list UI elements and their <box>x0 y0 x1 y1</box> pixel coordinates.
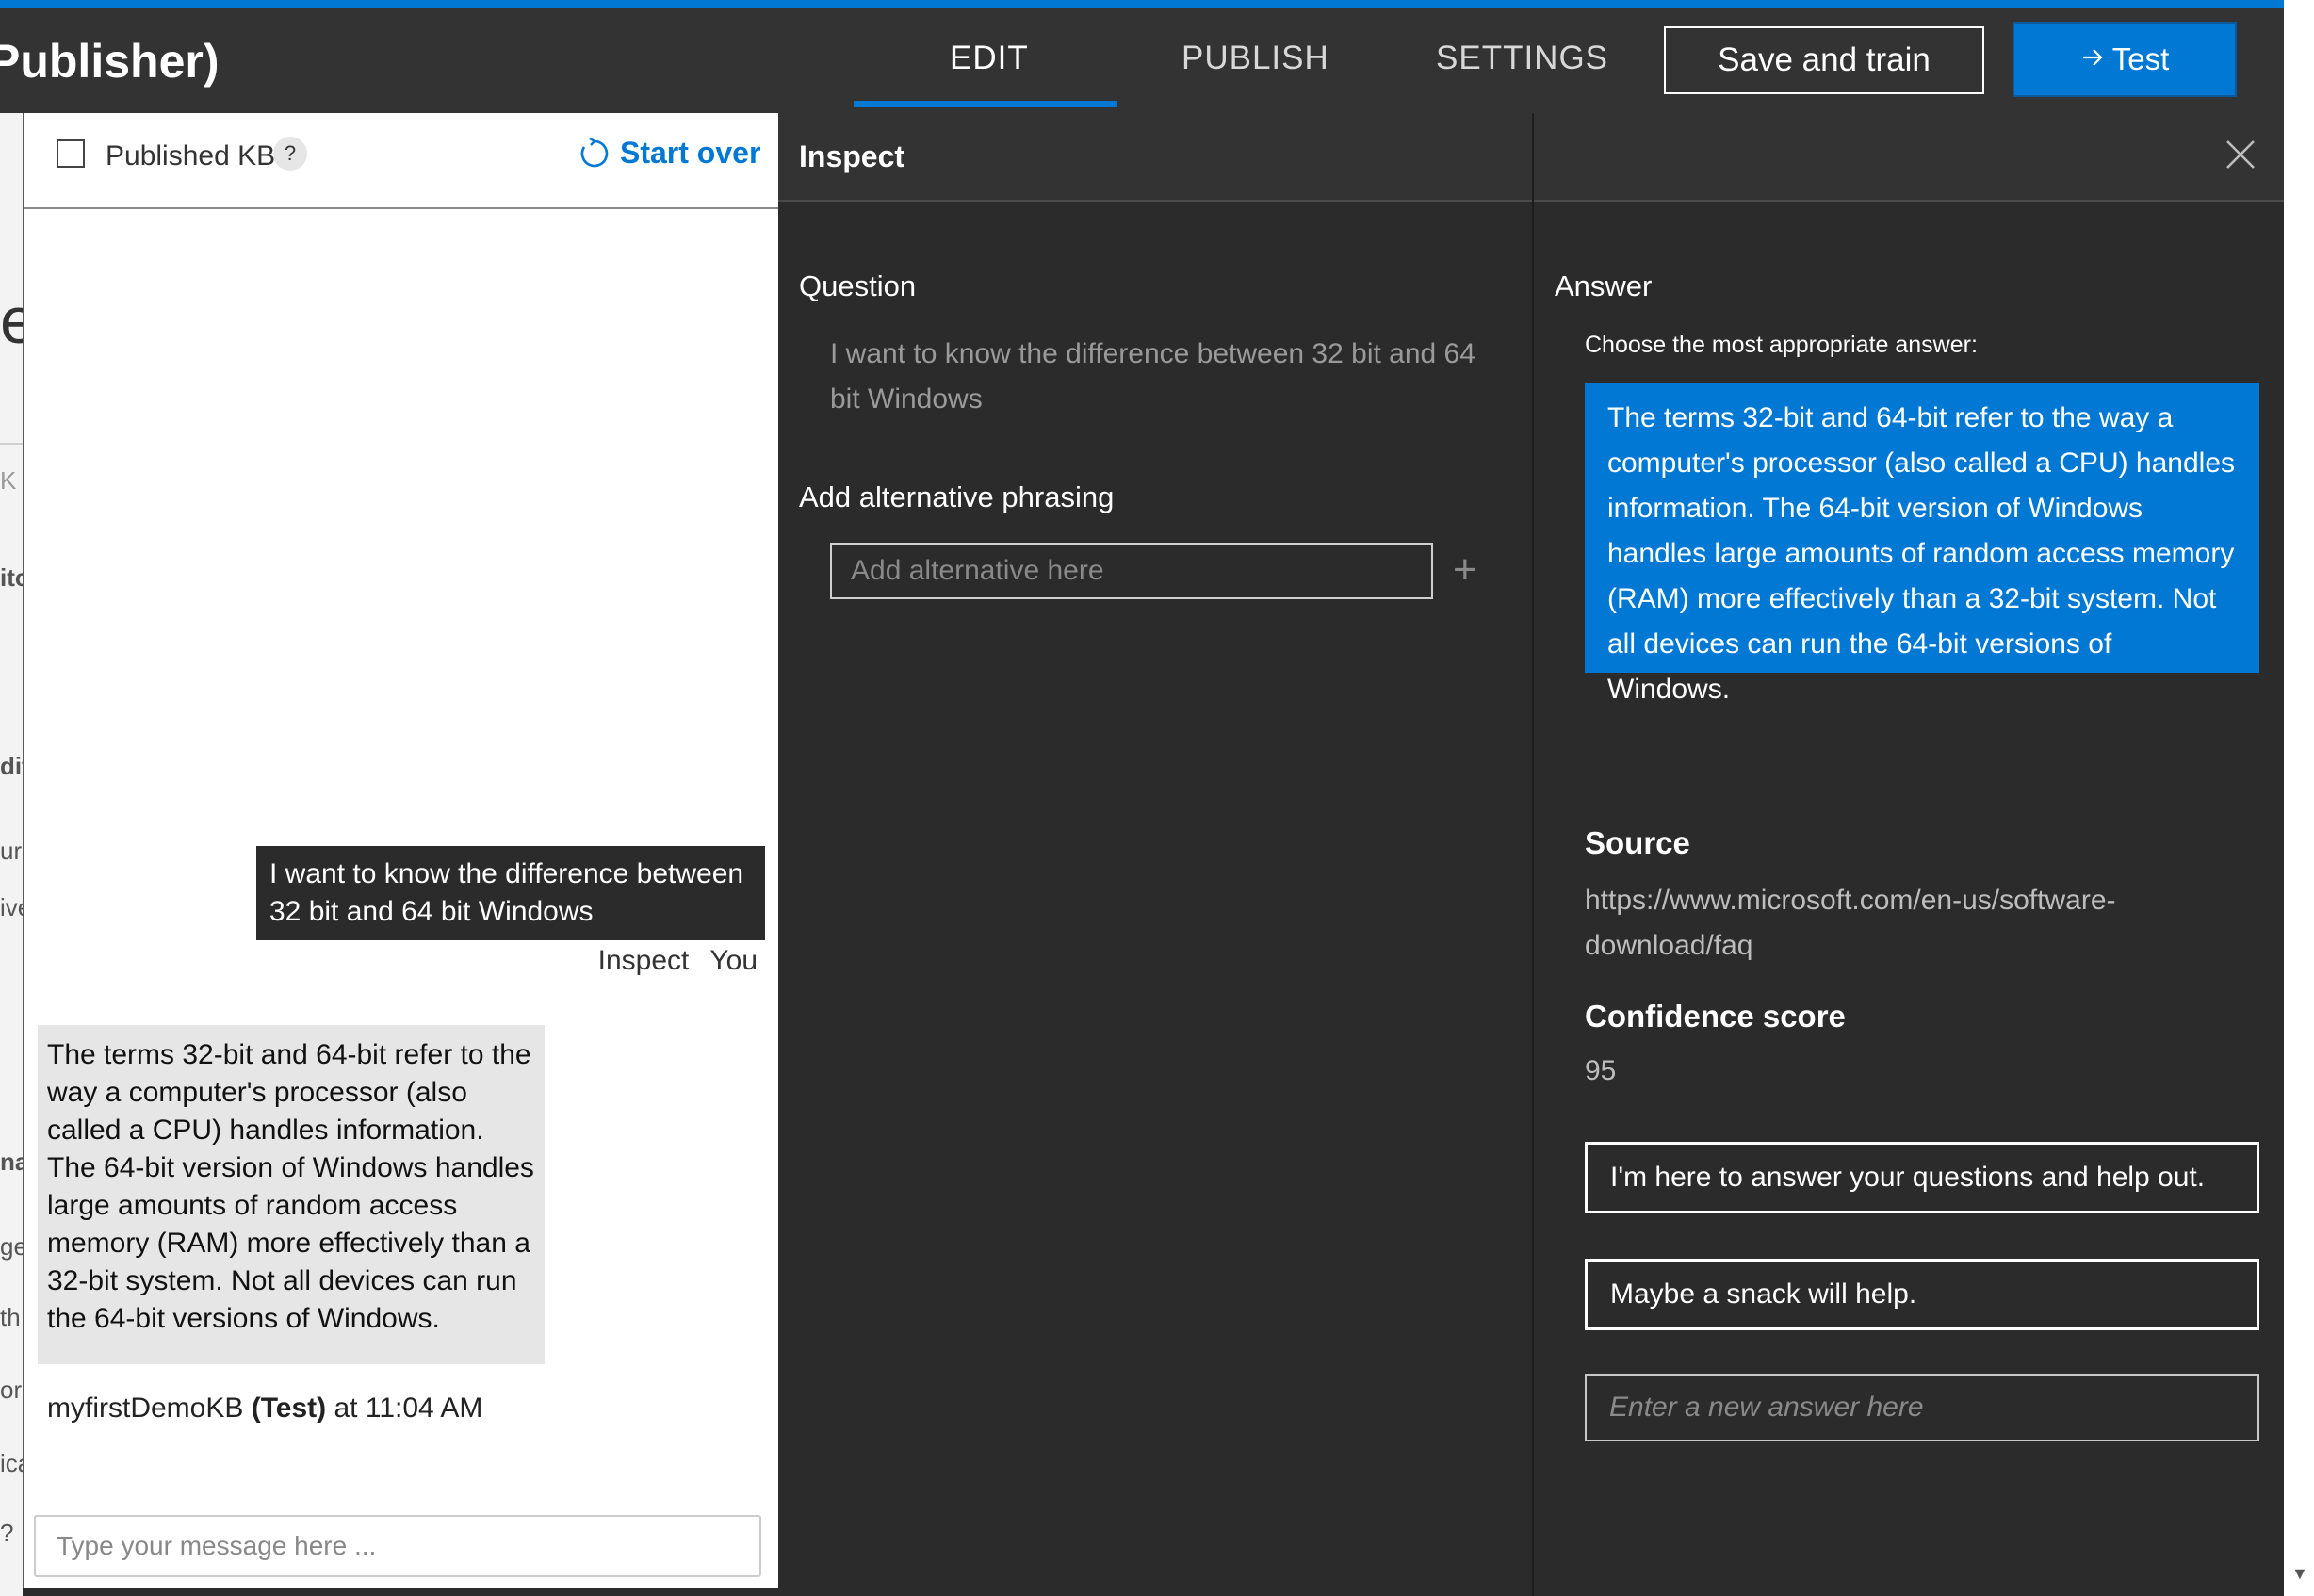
user-message-bubble: I want to know the difference between 32… <box>256 846 765 940</box>
close-icon[interactable] <box>2220 134 2261 180</box>
choose-answer-label: Choose the most appropriate answer: <box>1585 332 1978 358</box>
bot-name: myfirstDemoKB <box>47 1392 244 1424</box>
inspect-link[interactable]: Inspect <box>598 945 690 977</box>
bot-message-meta: myfirstDemoKB (Test) at 11:04 AM <box>47 1392 482 1425</box>
bot-time: at 11:04 AM <box>334 1392 483 1424</box>
published-kb-checkbox[interactable] <box>57 139 85 168</box>
background-text: ur <box>0 837 23 865</box>
answer-option[interactable]: Maybe a snack will help. <box>1585 1259 2259 1330</box>
published-kb-label: Published KB <box>106 140 276 171</box>
inspect-header: Inspect <box>778 113 1532 202</box>
answer-panel: Answer Choose the most appropriate answe… <box>1534 113 2284 1596</box>
confidence-label: Confidence score <box>1585 999 1846 1034</box>
start-over-label: Start over <box>620 136 761 170</box>
app-header: Publisher) EDIT PUBLISH SETTINGS Save an… <box>0 8 2284 113</box>
message-input[interactable] <box>34 1515 761 1577</box>
bot-message-bubble: The terms 32-bit and 64-bit refer to the… <box>38 1025 545 1364</box>
inspect-title: Inspect <box>799 139 905 173</box>
bot-tag: (Test) <box>251 1392 327 1424</box>
arrow-right-icon <box>2080 41 2105 77</box>
alt-phrasing-label: Add alternative phrasing <box>799 480 1115 513</box>
user-message-meta: Inspect You <box>598 945 758 977</box>
background-divider <box>0 443 23 445</box>
save-and-train-label: Save and train <box>1718 41 1931 78</box>
refresh-icon <box>578 137 611 170</box>
alt-phrasing-input[interactable] <box>830 543 1433 599</box>
question-text: I want to know the difference between 32… <box>830 338 1475 415</box>
confidence-score: 95 <box>1585 1055 1617 1086</box>
background-text: th <box>0 1303 21 1331</box>
answer-header <box>1534 113 2284 202</box>
inspect-panel: Inspect Question I want to know the diff… <box>778 113 1534 1596</box>
question-label: Question <box>799 269 917 302</box>
answer-label: Answer <box>1555 269 1653 302</box>
new-answer-input[interactable] <box>1585 1374 2259 1441</box>
background-text: K <box>0 466 17 495</box>
answer-option[interactable]: I'm here to answer your questions and he… <box>1585 1142 2259 1213</box>
kb-title: Publisher) <box>0 35 220 88</box>
selected-answer[interactable]: The terms 32-bit and 64-bit refer to the… <box>1585 383 2259 705</box>
start-over-button[interactable]: Start over <box>578 136 760 171</box>
chat-header: Published KB ? Start over <box>24 113 778 209</box>
test-button[interactable]: Test <box>2013 22 2237 97</box>
tab-settings[interactable]: SETTINGS <box>1436 40 1608 77</box>
active-tab-indicator <box>854 101 1117 107</box>
tab-edit[interactable]: EDIT <box>950 40 1029 77</box>
scroll-down-icon[interactable]: ▼ <box>2291 1564 2308 1584</box>
source-url: https://www.microsoft.com/en-us/software… <box>1585 885 2116 961</box>
help-icon[interactable]: ? <box>273 137 307 171</box>
background-text: ? <box>0 1519 14 1547</box>
source-label: Source <box>1585 825 1690 860</box>
top-accent-bar <box>0 0 2284 8</box>
save-and-train-button[interactable]: Save and train <box>1664 26 1984 94</box>
test-chat-panel: Published KB ? Start over I want to know… <box>23 113 778 1588</box>
tab-publish[interactable]: PUBLISH <box>1181 40 1329 77</box>
sender-name: You <box>709 945 758 976</box>
test-label: Test <box>2111 41 2170 76</box>
page-scrollbar[interactable]: ▼ <box>2284 0 2314 1596</box>
add-icon[interactable]: + <box>1453 546 1477 594</box>
